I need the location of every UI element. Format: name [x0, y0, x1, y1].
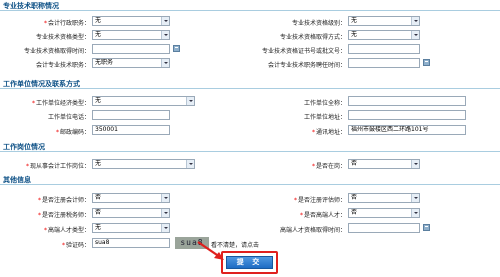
form-row: *验证码： sua8 sua8 看不清楚，请点击 — [0, 236, 500, 250]
form-row: *现从事会计工作岗位： 无 *是否在岗： 否 — [0, 157, 500, 171]
chevron-down-icon — [411, 17, 419, 25]
required-mark: * — [55, 129, 59, 136]
post-section-header: 工作岗位情况 — [0, 141, 500, 152]
leader-label: *是否高端人才： — [299, 212, 346, 219]
chevron-down-icon — [161, 59, 169, 67]
tech-method-label: 专业技术资格取得方式： — [279, 34, 346, 41]
tech-level-select[interactable]: 无 — [348, 16, 420, 26]
chevron-down-icon — [186, 97, 194, 105]
talent-date-label: 高端人才资格取得时间： — [279, 227, 346, 234]
chevron-down-icon — [161, 224, 169, 232]
chevron-down-icon — [411, 160, 419, 168]
unit-name-input[interactable] — [348, 96, 466, 106]
postcode-input[interactable]: 350001 — [92, 125, 170, 135]
required-mark: * — [311, 129, 315, 136]
tech-date-input[interactable] — [92, 44, 170, 54]
work-section-title: 工作单位情况及联系方式 — [3, 79, 80, 88]
form-row: *会计行政职务： 无 专业技术资格级别： 无 — [0, 14, 500, 28]
chevron-down-icon — [411, 31, 419, 39]
cpa-label: *是否注册会计师： — [37, 197, 90, 204]
unit-phone-input[interactable] — [92, 110, 170, 120]
required-mark: * — [293, 197, 297, 204]
required-mark: * — [299, 212, 303, 219]
captcha-label: *验证码： — [61, 242, 90, 249]
talent-type-label: *高端人才类型： — [43, 227, 90, 234]
unit-addr-input[interactable] — [348, 110, 466, 120]
tech-type-select[interactable]: 无 — [92, 30, 170, 40]
tax-label: *是否注册税务师： — [37, 212, 90, 219]
form-row: *是否注册税务师： 否 *是否高端人才： 否 — [0, 206, 500, 220]
required-mark: * — [37, 197, 41, 204]
form-row: *高端人才类型： 无 高端人才资格取得时间： — [0, 221, 500, 235]
mail-addr-input[interactable]: 福州市鼓楼区西二环路101号 — [348, 125, 466, 135]
required-mark: * — [25, 163, 29, 170]
form-row: 专业技术资格类型： 无 专业技术资格取得方式： 无 — [0, 28, 500, 42]
accounting-title-label: *会计行政职务： — [43, 20, 90, 27]
tax-select[interactable]: 否 — [92, 208, 170, 218]
captcha-input[interactable]: sua8 — [92, 238, 170, 248]
required-mark: * — [61, 242, 65, 249]
assessor-label: *是否注册评估师： — [293, 197, 346, 204]
chevron-down-icon — [186, 160, 194, 168]
on-duty-label: *是否在岗： — [311, 163, 346, 170]
other-section-title: 其他信息 — [3, 175, 31, 184]
form-row: 专业技术资格取得时间： 专业技术资格证书号或批文号： — [0, 42, 500, 56]
talent-date-input[interactable] — [348, 223, 420, 233]
submit-button[interactable]: 提 交 — [226, 256, 273, 269]
cert-no-input[interactable] — [348, 44, 420, 54]
tech-date-label: 专业技术资格取得时间： — [23, 48, 90, 55]
postcode-label: *邮政编码： — [55, 129, 90, 136]
cert-no-label: 专业技术资格证书号或批文号： — [261, 48, 346, 55]
unit-type-label: *工作单位经济类型： — [31, 100, 90, 107]
chevron-down-icon — [411, 194, 419, 202]
assessor-select[interactable]: 否 — [348, 193, 420, 203]
other-section-header: 其他信息 — [0, 174, 500, 185]
required-mark: * — [31, 100, 35, 107]
form-row: 会计专业技术职务： 无职务 会计专业技术职务聘任时间： — [0, 56, 500, 70]
calendar-icon[interactable] — [173, 45, 180, 52]
chevron-down-icon — [411, 209, 419, 217]
mail-addr-label: *通讯地址： — [311, 129, 346, 136]
calendar-icon[interactable] — [423, 224, 430, 231]
current-post-select[interactable]: 无 — [92, 159, 195, 169]
unit-phone-label: 工作单位电话： — [47, 114, 90, 121]
post-title-label: 会计专业技术职务： — [35, 62, 90, 69]
leader-select[interactable]: 否 — [348, 208, 420, 218]
required-mark: * — [43, 227, 47, 234]
current-post-label: *现从事会计工作岗位： — [25, 163, 90, 170]
tech-section-title: 专业技术职称情况 — [3, 1, 59, 10]
cpa-select[interactable]: 否 — [92, 193, 170, 203]
appoint-date-input[interactable] — [348, 58, 420, 68]
unit-name-label: 工作单位全称： — [303, 100, 346, 107]
required-mark: * — [43, 20, 47, 27]
post-title-select[interactable]: 无职务 — [92, 58, 170, 68]
form-row: 工作单位电话： 工作单位地址： — [0, 108, 500, 122]
form-row: *工作单位经济类型： 无 工作单位全称： — [0, 94, 500, 108]
tech-level-label: 专业技术资格级别： — [291, 20, 346, 27]
chevron-down-icon — [161, 209, 169, 217]
accounting-title-select[interactable]: 无 — [92, 16, 170, 26]
required-mark: * — [37, 212, 41, 219]
talent-type-select[interactable]: 无 — [92, 223, 170, 233]
appoint-date-label: 会计专业技术职务聘任时间： — [267, 62, 346, 69]
unit-addr-label: 工作单位地址： — [303, 114, 346, 121]
unit-type-select[interactable]: 无 — [92, 96, 195, 106]
required-mark: * — [311, 163, 315, 170]
chevron-down-icon — [161, 17, 169, 25]
post-section-title: 工作岗位情况 — [3, 142, 45, 151]
form-row: *邮政编码： 350001 *通讯地址： 福州市鼓楼区西二环路101号 — [0, 123, 500, 137]
tech-section-header: 专业技术职称情况 — [0, 0, 500, 11]
calendar-icon[interactable] — [423, 59, 430, 66]
submit-highlight: 提 交 — [221, 251, 278, 274]
on-duty-select[interactable]: 否 — [348, 159, 420, 169]
tech-type-label: 专业技术资格类型： — [35, 34, 90, 41]
form-row: *是否注册会计师： 否 *是否注册评估师： 否 — [0, 191, 500, 205]
work-section-header: 工作单位情况及联系方式 — [0, 78, 500, 89]
chevron-down-icon — [161, 194, 169, 202]
chevron-down-icon — [161, 31, 169, 39]
tech-method-select[interactable]: 无 — [348, 30, 420, 40]
